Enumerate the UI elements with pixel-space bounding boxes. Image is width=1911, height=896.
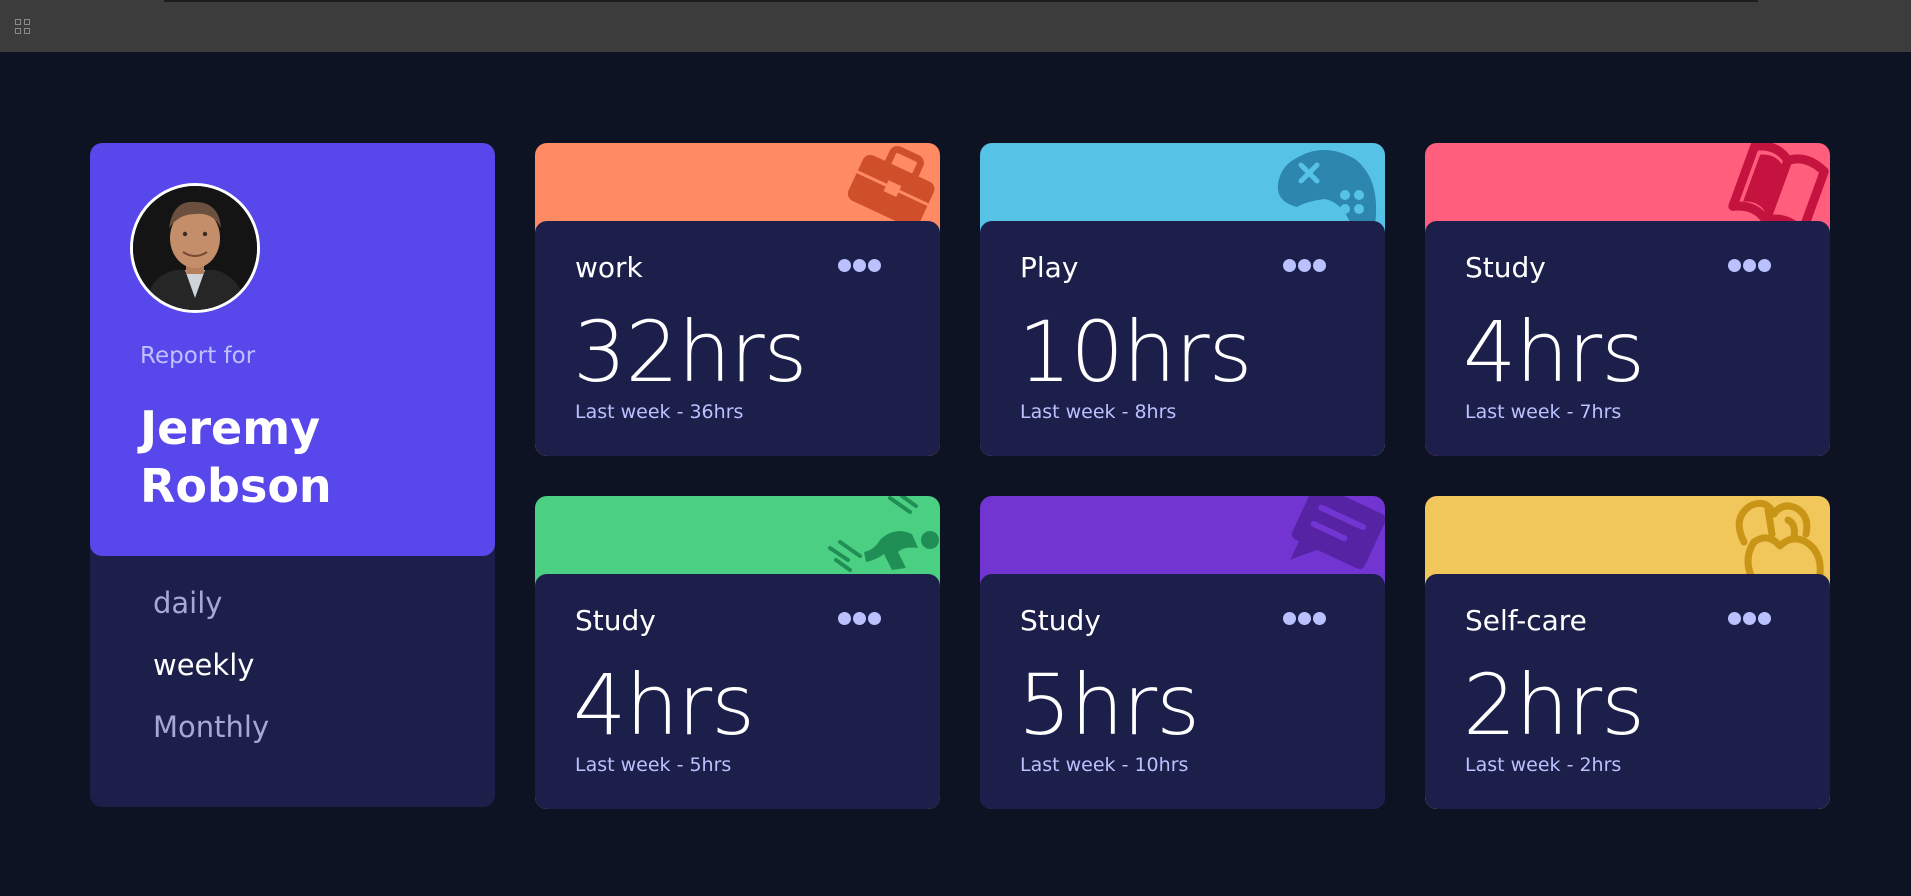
card-hours: 10hrs	[1018, 303, 1252, 401]
period-weekly[interactable]: weekly	[153, 648, 254, 682]
card-last-week: Last week - 2hrs	[1465, 754, 1622, 776]
card-body: Self-care 2hrs Last week - 2hrs	[1425, 574, 1830, 809]
ellipsis-icon[interactable]	[838, 612, 882, 626]
runner-icon	[828, 496, 939, 572]
self-care-icon	[1735, 499, 1824, 580]
gamepad-icon	[1277, 150, 1377, 225]
report-for-label: Report for	[140, 343, 256, 369]
card-title: work	[575, 251, 643, 284]
card-last-week: Last week - 5hrs	[575, 754, 732, 776]
card-body: work 32hrs Last week - 36hrs	[535, 221, 940, 456]
card-self-care[interactable]: Self-care 2hrs Last week - 2hrs	[1425, 496, 1830, 809]
briefcase-icon	[847, 146, 935, 227]
ellipsis-icon[interactable]	[1283, 259, 1327, 273]
profile-card: Report for Jeremy Robson daily weekly Mo…	[90, 143, 495, 807]
card-body: Study 4hrs Last week - 7hrs	[1425, 221, 1830, 456]
card-play[interactable]: Play 10hrs Last week - 8hrs	[980, 143, 1385, 456]
avatar	[130, 183, 260, 313]
card-hours: 32hrs	[573, 303, 807, 401]
chat-bubble-icon	[1290, 496, 1385, 569]
card-hours: 4hrs	[1463, 303, 1645, 401]
ellipsis-icon[interactable]	[1728, 259, 1772, 273]
card-title: Self-care	[1465, 604, 1587, 637]
card-body: Play 10hrs Last week - 8hrs	[980, 221, 1385, 456]
top-bar	[0, 0, 1911, 52]
period-monthly[interactable]: Monthly	[153, 710, 269, 744]
card-study-3[interactable]: Study 5hrs Last week - 10hrs	[980, 496, 1385, 809]
card-study[interactable]: Study 4hrs Last week - 7hrs	[1425, 143, 1830, 456]
ellipsis-icon[interactable]	[1728, 612, 1772, 626]
card-last-week: Last week - 8hrs	[1020, 401, 1177, 423]
card-title: Study	[1020, 604, 1101, 637]
card-body: Study 5hrs Last week - 10hrs	[980, 574, 1385, 809]
card-title: Play	[1020, 251, 1079, 284]
card-title: Study	[575, 604, 656, 637]
period-daily[interactable]: daily	[153, 586, 222, 620]
ellipsis-icon[interactable]	[838, 259, 882, 273]
card-title: Study	[1465, 251, 1546, 284]
card-last-week: Last week - 36hrs	[575, 401, 744, 423]
card-hours: 2hrs	[1463, 656, 1645, 754]
card-hours: 4hrs	[573, 656, 755, 754]
card-last-week: Last week - 10hrs	[1020, 754, 1189, 776]
ellipsis-icon[interactable]	[1283, 612, 1327, 626]
book-icon	[1728, 143, 1829, 227]
top-bar-divider	[164, 0, 1758, 2]
card-hours: 5hrs	[1018, 656, 1200, 754]
card-last-week: Last week - 7hrs	[1465, 401, 1622, 423]
user-name: Jeremy Robson	[140, 401, 332, 513]
profile-header: Report for Jeremy Robson	[90, 143, 495, 556]
card-work[interactable]: work 32hrs Last week - 36hrs	[535, 143, 940, 456]
card-study-2[interactable]: Study 4hrs Last week - 5hrs	[535, 496, 940, 809]
grid-apps-icon[interactable]	[15, 19, 33, 37]
card-body: Study 4hrs Last week - 5hrs	[535, 574, 940, 809]
